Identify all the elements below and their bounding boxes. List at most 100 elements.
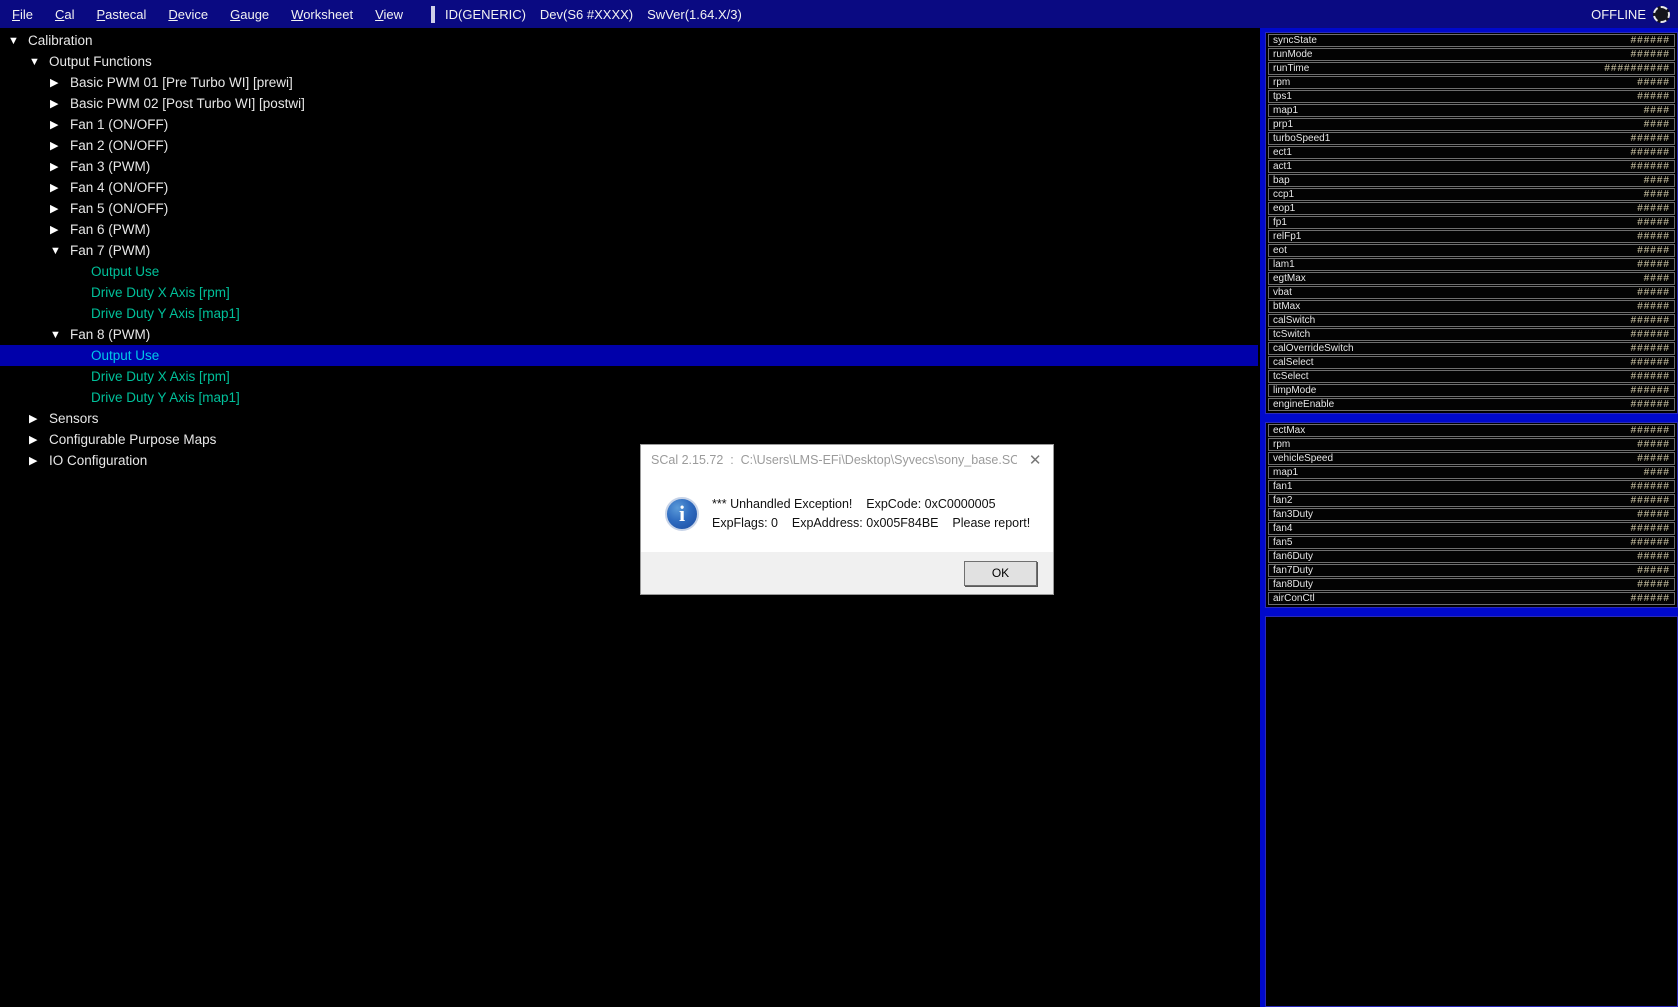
- tree-item[interactable]: ▶Basic PWM 01 [Pre Turbo WI] [prewi]: [0, 72, 1258, 93]
- tree-item[interactable]: Output Use: [0, 345, 1258, 366]
- watch-row-name: tcSelect: [1273, 371, 1309, 382]
- watch-row[interactable]: map1####: [1268, 104, 1675, 117]
- watch-row[interactable]: lam1#####: [1268, 258, 1675, 271]
- watch-row-name: prp1: [1273, 119, 1293, 130]
- watch-row[interactable]: turboSpeed1######: [1268, 132, 1675, 145]
- watch-row[interactable]: tps1#####: [1268, 90, 1675, 103]
- watch-row[interactable]: fan6Duty#####: [1268, 550, 1675, 563]
- watch-row[interactable]: vbat#####: [1268, 286, 1675, 299]
- tree-collapsed-icon[interactable]: ▶: [29, 433, 49, 446]
- tree-expanded-icon[interactable]: ▼: [50, 329, 70, 341]
- watch-row[interactable]: calSelect######: [1268, 356, 1675, 369]
- tree-item[interactable]: ▶Fan 5 (ON/OFF): [0, 198, 1258, 219]
- watch-row[interactable]: tcSwitch######: [1268, 328, 1675, 341]
- watch-row[interactable]: ect1######: [1268, 146, 1675, 159]
- connection-lamp-icon: [1653, 6, 1670, 23]
- watch-row[interactable]: fan8Duty#####: [1268, 578, 1675, 591]
- tree-item[interactable]: Output Use: [0, 261, 1258, 282]
- watch-row[interactable]: tcSelect######: [1268, 370, 1675, 383]
- watch-row[interactable]: fan5######: [1268, 536, 1675, 549]
- watch-row[interactable]: map1####: [1268, 466, 1675, 479]
- tree-collapsed-icon[interactable]: ▶: [50, 181, 70, 194]
- watch-row[interactable]: rpm#####: [1268, 438, 1675, 451]
- watch-row-value: #####: [1637, 259, 1670, 270]
- menu-gauge[interactable]: Gauge: [220, 2, 279, 27]
- tree-collapsed-icon[interactable]: ▶: [29, 412, 49, 425]
- close-icon[interactable]: ✕: [1017, 445, 1053, 475]
- tree-item[interactable]: ▶Configurable Purpose Maps: [0, 429, 1258, 450]
- menu-pastecal[interactable]: Pastecal: [86, 2, 156, 27]
- tree-item[interactable]: ▼Fan 8 (PWM): [0, 324, 1258, 345]
- tree-item[interactable]: ▶Fan 1 (ON/OFF): [0, 114, 1258, 135]
- watch-row[interactable]: btMax#####: [1268, 300, 1675, 313]
- watch-row-name: turboSpeed1: [1273, 133, 1330, 144]
- tree-item[interactable]: ▶Sensors: [0, 408, 1258, 429]
- watch-row[interactable]: fan7Duty#####: [1268, 564, 1675, 577]
- tree-collapsed-icon[interactable]: ▶: [50, 76, 70, 89]
- tree-collapsed-icon[interactable]: ▶: [50, 223, 70, 236]
- watch-row[interactable]: ectMax######: [1268, 424, 1675, 437]
- dialog-titlebar[interactable]: SCal 2.15.72 : C:\Users\LMS-EFi\Desktop\…: [641, 445, 1053, 475]
- watch-row-name: ect1: [1273, 147, 1292, 158]
- watch-row[interactable]: runMode######: [1268, 48, 1675, 61]
- watch-row[interactable]: vehicleSpeed#####: [1268, 452, 1675, 465]
- tree-item[interactable]: Drive Duty Y Axis [map1]: [0, 387, 1258, 408]
- menu-worksheet[interactable]: Worksheet: [281, 2, 363, 27]
- watch-row[interactable]: engineEnable######: [1268, 398, 1675, 411]
- tree-item[interactable]: ▼Calibration: [0, 30, 1258, 51]
- watch-row[interactable]: fan2######: [1268, 494, 1675, 507]
- watch-row[interactable]: rpm#####: [1268, 76, 1675, 89]
- tree-item[interactable]: ▼Fan 7 (PWM): [0, 240, 1258, 261]
- tree-expanded-icon[interactable]: ▼: [8, 35, 28, 47]
- tree-item-label: Configurable Purpose Maps: [49, 432, 216, 447]
- watch-row[interactable]: egtMax####: [1268, 272, 1675, 285]
- watch-row[interactable]: calOverrideSwitch######: [1268, 342, 1675, 355]
- watch-row-value: #####: [1637, 565, 1670, 576]
- tree-collapsed-icon[interactable]: ▶: [50, 118, 70, 131]
- watch-row[interactable]: act1######: [1268, 160, 1675, 173]
- dialog-footer: OK: [641, 552, 1053, 594]
- tree-collapsed-icon[interactable]: ▶: [50, 202, 70, 215]
- watch-row-value: #####: [1637, 77, 1670, 88]
- menu-cal[interactable]: Cal: [45, 2, 85, 27]
- tree-item[interactable]: Drive Duty X Axis [rpm]: [0, 282, 1258, 303]
- tree-item[interactable]: ▶Fan 6 (PWM): [0, 219, 1258, 240]
- tree-collapsed-icon[interactable]: ▶: [50, 97, 70, 110]
- menu-view[interactable]: View: [365, 2, 413, 27]
- watch-row[interactable]: prp1####: [1268, 118, 1675, 131]
- menu-device[interactable]: Device: [158, 2, 218, 27]
- tree-item[interactable]: Drive Duty Y Axis [map1]: [0, 303, 1258, 324]
- watch-row[interactable]: syncState######: [1268, 34, 1675, 47]
- tree-item[interactable]: ▶IO Configuration: [0, 450, 1258, 471]
- watch-row-name: relFp1: [1273, 231, 1301, 242]
- tree-item[interactable]: ▶Fan 2 (ON/OFF): [0, 135, 1258, 156]
- watch-row[interactable]: fan1######: [1268, 480, 1675, 493]
- tree-expanded-icon[interactable]: ▼: [50, 245, 70, 257]
- watch-row-value: ######: [1631, 329, 1670, 340]
- watch-row[interactable]: fan4######: [1268, 522, 1675, 535]
- watch-row[interactable]: fan3Duty#####: [1268, 508, 1675, 521]
- ok-button[interactable]: OK: [964, 561, 1037, 586]
- tree-item[interactable]: ▶Basic PWM 02 [Post Turbo WI] [postwi]: [0, 93, 1258, 114]
- watch-row[interactable]: fp1#####: [1268, 216, 1675, 229]
- watch-row[interactable]: calSwitch######: [1268, 314, 1675, 327]
- watch-row[interactable]: runTime##########: [1268, 62, 1675, 75]
- tree-collapsed-icon[interactable]: ▶: [50, 160, 70, 173]
- watch-row[interactable]: eot#####: [1268, 244, 1675, 257]
- watch-row-value: #####: [1637, 287, 1670, 298]
- watch-row[interactable]: ccp1####: [1268, 188, 1675, 201]
- watch-row[interactable]: limpMode######: [1268, 384, 1675, 397]
- menu-file[interactable]: File: [2, 2, 43, 27]
- tree-item[interactable]: Drive Duty X Axis [rpm]: [0, 366, 1258, 387]
- tree-item[interactable]: ▶Fan 4 (ON/OFF): [0, 177, 1258, 198]
- dialog-title: SCal 2.15.72 : C:\Users\LMS-EFi\Desktop\…: [651, 453, 1017, 467]
- watch-row[interactable]: relFp1#####: [1268, 230, 1675, 243]
- watch-row[interactable]: bap####: [1268, 174, 1675, 187]
- tree-collapsed-icon[interactable]: ▶: [29, 454, 49, 467]
- tree-item[interactable]: ▼Output Functions: [0, 51, 1258, 72]
- watch-row[interactable]: airConCtl######: [1268, 592, 1675, 605]
- tree-collapsed-icon[interactable]: ▶: [50, 139, 70, 152]
- watch-row[interactable]: eop1#####: [1268, 202, 1675, 215]
- tree-expanded-icon[interactable]: ▼: [29, 56, 49, 68]
- tree-item[interactable]: ▶Fan 3 (PWM): [0, 156, 1258, 177]
